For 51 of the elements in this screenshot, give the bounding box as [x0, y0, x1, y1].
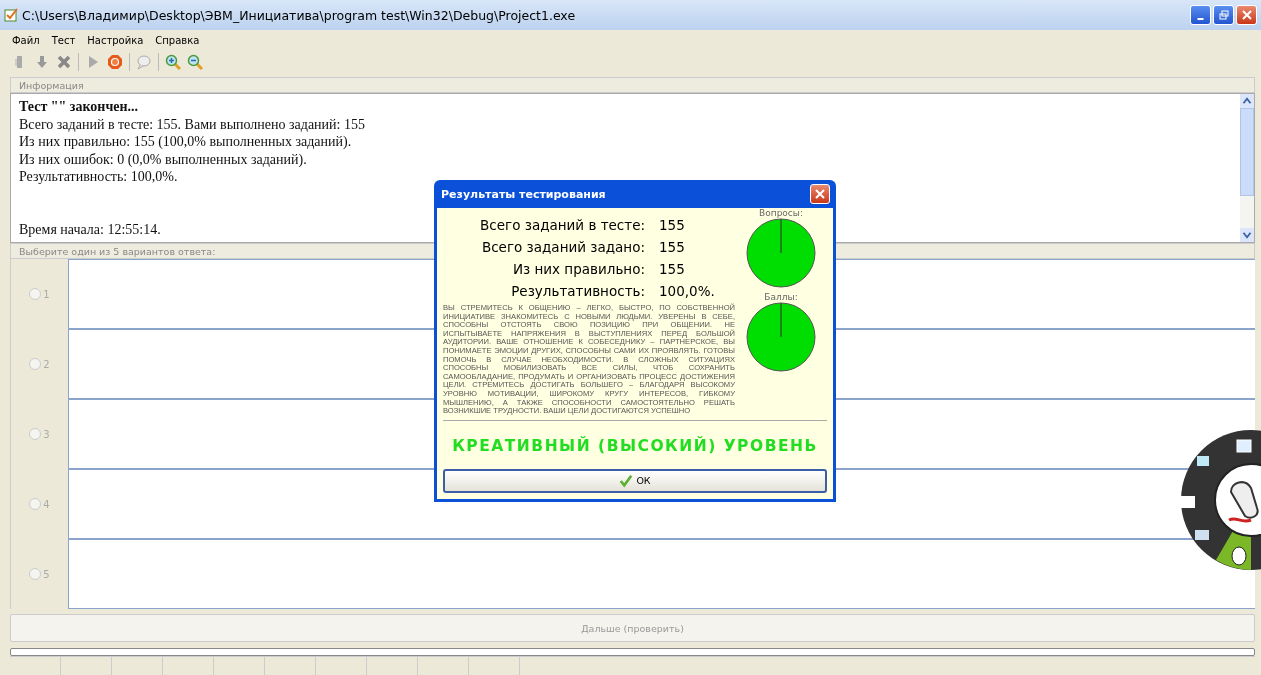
option-number: 1 — [43, 288, 50, 300]
result-line: Из них правильно: 155 (100,0% выполненных заданий). — [19, 133, 352, 151]
zoom-in-icon[interactable] — [165, 54, 181, 70]
close-icon — [815, 189, 825, 199]
panel-header: Информация — [10, 77, 1255, 93]
radio-button[interactable] — [29, 568, 42, 580]
option-number: 5 — [43, 568, 50, 580]
close-button[interactable] — [1236, 5, 1257, 25]
menu-item[interactable]: Тест — [51, 34, 76, 46]
minimize-button[interactable] — [1190, 5, 1211, 25]
window-title: C:\Users\Владимир\Desktop\ЭВМ_Инициатива\program test\Win32\Debug\Project1.exe — [22, 7, 577, 23]
minimize-icon — [1197, 17, 1204, 20]
stat-value: 155 — [659, 216, 686, 235]
dialog-title: Результаты тестирования — [441, 187, 606, 201]
result-line: Время начала: 12:55:14. — [19, 220, 161, 239]
menu-item[interactable]: Файл — [12, 34, 40, 46]
radio-button[interactable] — [29, 498, 42, 510]
result-line: Из них ошибок: 0 (0,0% выполненных заданий). — [19, 150, 307, 169]
result-heading: Тест "" закончен... — [19, 98, 139, 116]
radio-button[interactable] — [29, 358, 42, 370]
pie-chart — [746, 302, 816, 372]
close-icon — [1241, 10, 1252, 20]
radio-button[interactable] — [29, 288, 42, 300]
stat-value: 155 — [659, 260, 686, 279]
stat-label: Всего заданий в тесте: — [480, 216, 645, 235]
stop-icon[interactable] — [107, 54, 123, 70]
stat-value: 100,0%. — [659, 282, 715, 301]
option-number: 4 — [43, 498, 50, 510]
stat-label: Из них правильно: — [511, 260, 645, 279]
radio-button[interactable] — [29, 428, 42, 440]
checkmark-icon — [4, 8, 18, 22]
restore-button[interactable] — [1213, 5, 1234, 25]
scrollbar[interactable] — [1240, 94, 1254, 242]
restore-icon — [1218, 10, 1229, 20]
down-arrow-icon[interactable] — [1240, 228, 1254, 242]
option-number: 2 — [43, 358, 50, 370]
result-line: Всего заданий в тесте: 155. Вами выполнено заданий: 155 — [19, 115, 365, 134]
menu-item[interactable]: Настройка — [87, 34, 144, 46]
option-number: 3 — [43, 428, 50, 440]
result-line: Результативность: 100,0%. — [19, 168, 178, 186]
close-button[interactable] — [810, 184, 830, 204]
zoom-out-icon[interactable] — [187, 54, 203, 70]
stat-label: Результативность: — [510, 282, 645, 301]
ok-button[interactable]: ОК — [443, 468, 827, 493]
chart-label: Вопросы: — [759, 208, 803, 218]
level-result: КРЕАТИВНЫЙ (ВЫСОКИЙ) УРОВЕНЬ — [451, 435, 819, 457]
pie-chart — [746, 218, 816, 288]
up-arrow-icon[interactable] — [1240, 94, 1254, 108]
checkmark-icon — [619, 473, 634, 488]
menu-item[interactable]: Справка — [155, 34, 200, 46]
chart-label: Баллы: — [764, 292, 798, 302]
